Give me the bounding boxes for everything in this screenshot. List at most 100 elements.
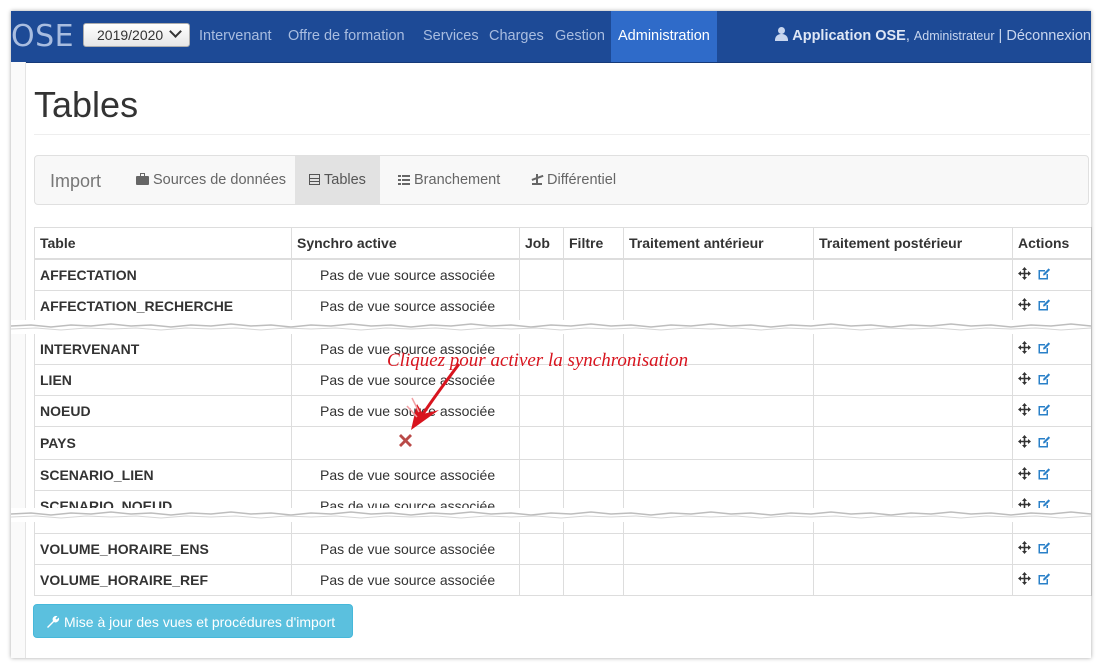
- nav-services[interactable]: Services: [423, 11, 479, 62]
- move-icon[interactable]: [1018, 572, 1031, 588]
- filtre-cell: [563, 290, 624, 322]
- sync-status-cell[interactable]: Pas de vue source associée: [291, 459, 520, 491]
- left-frame: [11, 62, 26, 658]
- job-cell: [519, 426, 564, 460]
- table-row: AFFECTATION_RECHERCHE Pas de vue source a…: [34, 290, 1092, 322]
- table-name-cell: VOLUME_HORAIRE_ENS: [34, 533, 292, 565]
- edit-icon[interactable]: [1037, 298, 1051, 315]
- annotation-arrow-icon: [406, 363, 461, 430]
- annotation-text: Cliquez pour activer la synchronisation: [387, 350, 689, 371]
- move-icon[interactable]: [1018, 541, 1031, 557]
- filtre-cell: [563, 395, 624, 427]
- table-name-cell: NOEUD: [34, 395, 292, 427]
- sync-status-cell[interactable]: Pas de vue source associée: [291, 533, 520, 565]
- nav-gestion[interactable]: Gestion: [555, 11, 605, 62]
- edit-icon[interactable]: [1037, 341, 1051, 358]
- traitement-posterieur-cell: [813, 258, 1013, 291]
- briefcase-icon: [136, 173, 149, 185]
- list-icon: [398, 174, 410, 185]
- traitement-posterieur-cell: [813, 459, 1013, 491]
- edit-icon[interactable]: [1037, 267, 1051, 284]
- filtre-cell: [563, 459, 624, 491]
- job-cell: [519, 564, 564, 596]
- table-name-cell: VOLUME_HORAIRE_REF: [34, 564, 292, 596]
- edit-icon[interactable]: [1037, 467, 1051, 484]
- col-header-filtre: Filtre: [563, 227, 624, 260]
- actions-cell: [1012, 395, 1092, 427]
- subnav-differentiel[interactable]: Différentiel: [531, 156, 616, 204]
- user-separator: |: [998, 28, 1003, 44]
- col-header-job: Job: [519, 227, 564, 260]
- app-logo[interactable]: OSE: [11, 19, 74, 54]
- subnav-branchement[interactable]: Branchement: [398, 156, 500, 204]
- actions-cell: [1012, 564, 1092, 596]
- job-cell: [519, 258, 564, 291]
- subnav-tables-label: Tables: [324, 172, 366, 188]
- nav-intervenant[interactable]: Intervenant: [199, 11, 272, 62]
- sync-status-cell[interactable]: Pas de vue source associée: [291, 290, 520, 322]
- nav-charges[interactable]: Charges: [489, 11, 544, 62]
- traitement-anterieur-cell: [623, 258, 814, 291]
- update-button-label: Mise à jour des vues et procédures d'imp…: [64, 614, 336, 630]
- traitement-posterieur-cell: [813, 564, 1013, 596]
- job-cell: [519, 533, 564, 565]
- nav-offre-de-formation[interactable]: Offre de formation: [288, 11, 405, 62]
- title-divider: [34, 134, 1090, 135]
- table-name-cell: AFFECTATION: [34, 258, 292, 291]
- user-role: Administrateur: [913, 29, 995, 43]
- sync-status-cell[interactable]: Pas de vue source associée: [291, 258, 520, 291]
- table-row: PAYS: [34, 426, 1092, 460]
- actions-cell: [1012, 459, 1092, 491]
- traitement-posterieur-cell: [813, 426, 1013, 460]
- edit-icon[interactable]: [1037, 435, 1051, 452]
- sync-status-cell[interactable]: Pas de vue source associée: [291, 564, 520, 596]
- traitement-posterieur-cell: [813, 395, 1013, 427]
- actions-cell: [1012, 333, 1092, 365]
- job-cell: [519, 459, 564, 491]
- edit-icon[interactable]: [1037, 541, 1051, 558]
- traitement-posterieur-cell: [813, 533, 1013, 565]
- move-icon[interactable]: [1018, 435, 1031, 451]
- table-name-cell: INTERVENANT: [34, 333, 292, 365]
- traitement-posterieur-cell: [813, 290, 1013, 322]
- move-icon[interactable]: [1018, 403, 1031, 419]
- subnav-differentiel-label: Différentiel: [547, 172, 617, 188]
- filtre-cell: [563, 426, 624, 460]
- move-icon[interactable]: [1018, 298, 1031, 314]
- actions-cell: [1012, 426, 1092, 460]
- scale-icon: [531, 173, 543, 185]
- move-icon[interactable]: [1018, 467, 1031, 483]
- subnav-tables[interactable]: Tables: [295, 156, 380, 204]
- subnav-sources-label: Sources de données: [153, 172, 287, 188]
- traitement-anterieur-cell: [623, 290, 814, 322]
- job-cell: [519, 395, 564, 427]
- subnav-brand[interactable]: Import: [50, 156, 101, 206]
- table-row: SCENARIO_LIEN Pas de vue source associée: [34, 459, 1092, 491]
- traitement-posterieur-cell: [813, 333, 1013, 365]
- col-header-traitement-posterieur: Traitement postérieur: [813, 227, 1013, 260]
- move-icon[interactable]: [1018, 341, 1031, 357]
- actions-cell: [1012, 364, 1092, 396]
- logout-link[interactable]: Déconnexion: [1006, 28, 1091, 44]
- torn-edge-bottom: [11, 508, 1091, 522]
- page-title: Tables: [34, 84, 139, 125]
- update-import-views-button[interactable]: Mise à jour des vues et procédures d'imp…: [33, 604, 353, 638]
- edit-icon[interactable]: [1037, 572, 1051, 589]
- nav-administration[interactable]: Administration: [611, 11, 717, 62]
- user-name[interactable]: Application OSE: [792, 28, 906, 44]
- edit-icon[interactable]: [1037, 372, 1051, 389]
- move-icon[interactable]: [1018, 267, 1031, 283]
- traitement-anterieur-cell: [623, 533, 814, 565]
- filtre-cell: [563, 258, 624, 291]
- subnav-sources-de-donnees[interactable]: Sources de données: [136, 156, 286, 204]
- actions-cell: [1012, 533, 1092, 565]
- job-cell: [519, 290, 564, 322]
- edit-icon[interactable]: [1037, 403, 1051, 420]
- year-select[interactable]: 2019/2020: [83, 23, 190, 47]
- table-row: VOLUME_HORAIRE_ENS Pas de vue source asso…: [34, 533, 1092, 565]
- move-icon[interactable]: [1018, 372, 1031, 388]
- import-subnav: Import Sources de données Tables Branche…: [34, 155, 1089, 205]
- table-header-row: Table Synchro active Job Filtre Traiteme…: [34, 227, 1092, 260]
- table-icon: [309, 174, 320, 185]
- actions-cell: [1012, 258, 1092, 291]
